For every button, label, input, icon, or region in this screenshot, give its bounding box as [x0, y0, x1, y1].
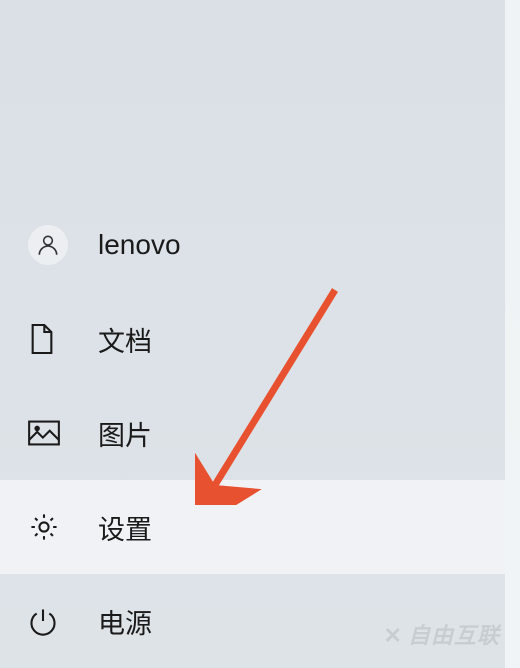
pictures-label: 图片 [98, 414, 152, 453]
gear-icon [28, 511, 60, 543]
power-icon [28, 606, 58, 636]
person-icon [35, 232, 61, 258]
right-edge-strip [505, 0, 520, 668]
power-icon-wrap [28, 606, 76, 636]
picture-icon-wrap [28, 420, 76, 446]
menu-list: lenovo 文档 图片 [0, 198, 505, 668]
documents-item[interactable]: 文档 [0, 292, 505, 386]
settings-item[interactable]: 设置 [0, 480, 505, 574]
power-item[interactable]: 电源 [0, 574, 505, 668]
documents-label: 文档 [98, 320, 152, 359]
document-icon [28, 322, 56, 356]
document-icon-wrap [28, 322, 76, 356]
gear-icon-wrap [28, 511, 76, 543]
picture-icon [28, 420, 60, 446]
power-label: 电源 [98, 602, 152, 641]
user-account-item[interactable]: lenovo [0, 198, 505, 292]
user-label: lenovo [98, 229, 181, 261]
user-icon-wrap [28, 225, 76, 265]
user-icon-circle [28, 225, 68, 265]
pictures-item[interactable]: 图片 [0, 386, 505, 480]
settings-label: 设置 [98, 508, 152, 547]
start-menu-left-rail: lenovo 文档 图片 [0, 0, 505, 668]
